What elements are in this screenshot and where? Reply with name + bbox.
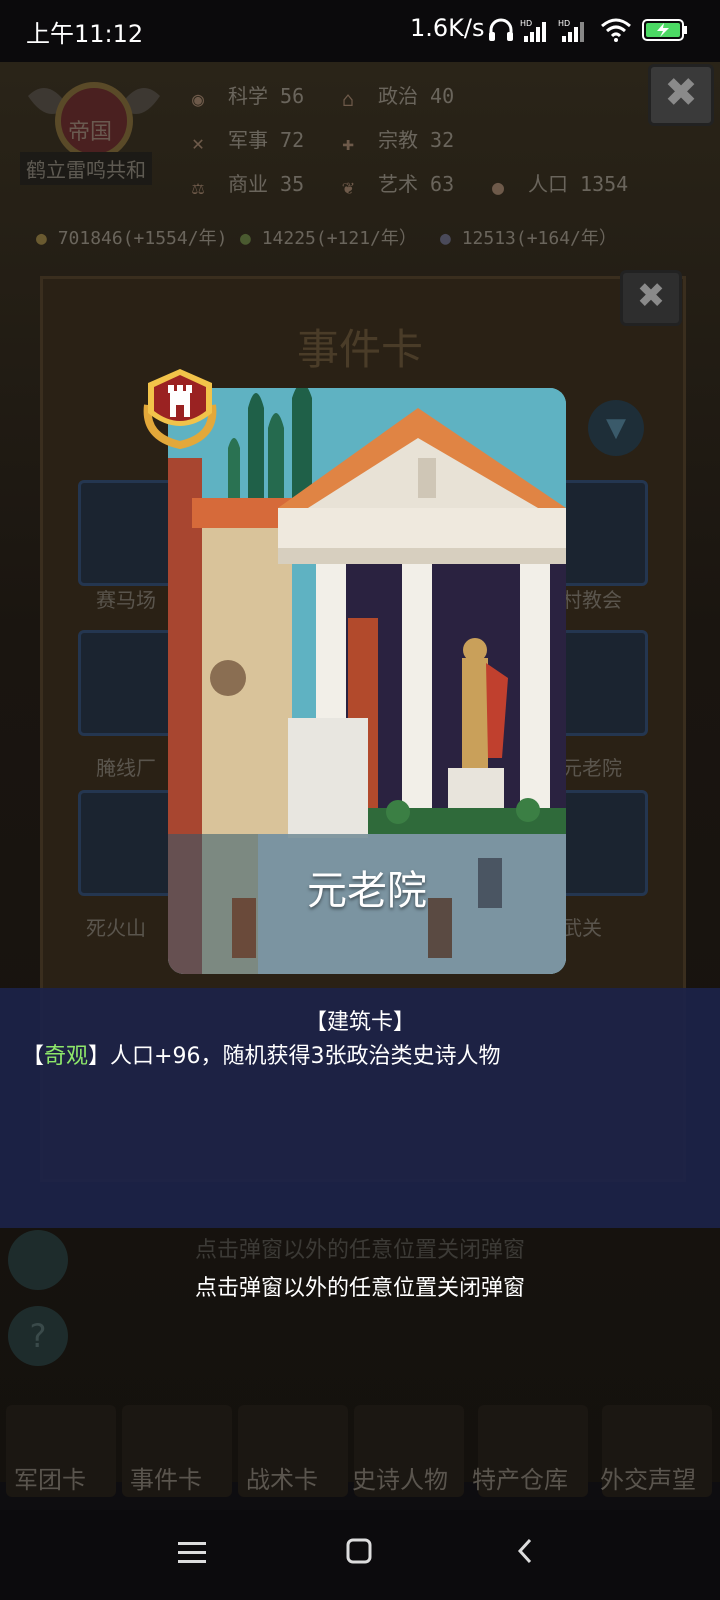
- stat-population: ● 人口 1354: [492, 172, 629, 199]
- home-icon[interactable]: [346, 1538, 372, 1564]
- back-icon[interactable]: [516, 1538, 534, 1564]
- headphones-icon: [489, 18, 513, 41]
- hd-signal-icon: HD: [520, 19, 546, 42]
- help-button[interactable]: ?: [8, 1306, 68, 1366]
- event-panel-title: 事件卡: [296, 325, 423, 374]
- religion-icon: ✚: [342, 130, 355, 155]
- hint-text-shadow: 点击弹窗以外的任意位置关闭弹窗: [194, 1238, 525, 1263]
- bg-card-name: 腌线厂: [96, 756, 156, 780]
- food-icon: ●: [240, 228, 251, 249]
- tab-label: 特产仓库: [472, 1466, 568, 1494]
- svg-text:HD: HD: [558, 19, 570, 28]
- close-icon: ✖: [636, 276, 666, 316]
- bg-card-name: 元老院: [562, 756, 622, 780]
- effect-bracket: 【: [22, 1044, 45, 1069]
- bg-card-name: 村教会: [562, 588, 622, 612]
- close-hint-text: 点击弹窗以外的任意位置关闭弹窗: [194, 1276, 525, 1301]
- status-bar: 上午11:12 1.6K/s HD HD: [0, 0, 720, 62]
- featured-card-title: 元老院: [307, 868, 427, 914]
- stat-science: ◉ 科学 56: [192, 84, 305, 111]
- hd-signal-icon: HD: [558, 19, 584, 42]
- filter-icon: ▼: [606, 413, 626, 443]
- card-type-label: 【建筑卡】: [304, 1010, 415, 1035]
- tab-label: 战术卡: [246, 1466, 318, 1494]
- bg-card-name: 死火山: [86, 916, 146, 940]
- bg-card-name: 赛马场: [96, 588, 156, 612]
- menu-icon[interactable]: [178, 1540, 206, 1564]
- mute-button[interactable]: [8, 1230, 68, 1290]
- empire-name: 鹤立雷鸣共和: [20, 152, 152, 185]
- status-time: 上午11:12: [26, 20, 144, 48]
- effect-tag: 奇观: [44, 1044, 89, 1069]
- wifi-icon: [601, 18, 631, 42]
- gold-icon: ●: [36, 228, 47, 249]
- resource-food: ● 14225(+121/年）: [240, 228, 417, 249]
- bg-card-name: 武关: [562, 916, 602, 940]
- card-effect-text: 【奇观】人口+96，随机获得3张政治类史诗人物: [22, 1038, 500, 1070]
- art-icon: ❦: [342, 174, 355, 199]
- close-icon: ✖: [664, 70, 698, 116]
- filter-button[interactable]: ▼: [588, 400, 644, 456]
- resource-army: ● 12513(+164/年）: [440, 228, 617, 249]
- system-nav-bar: [0, 1510, 720, 1600]
- card-description-panel: 【建筑卡】 【奇观】人口+96，随机获得3张政治类史诗人物: [0, 988, 720, 1228]
- tab-label: 事件卡: [130, 1466, 202, 1494]
- close-top-button[interactable]: ✖: [648, 64, 714, 126]
- empire-badge-text: 帝国: [68, 120, 113, 145]
- stat-commerce: ⚖ 商业 35: [192, 172, 305, 199]
- population-icon: ●: [492, 174, 505, 199]
- svg-text:HD: HD: [520, 19, 532, 28]
- tab-label: 外交声望: [600, 1466, 696, 1494]
- tab-label: 史诗人物: [352, 1466, 448, 1494]
- close-panel-button[interactable]: ✖: [620, 270, 682, 326]
- battery-charging-icon: [642, 19, 687, 41]
- resource-gold: ● 701846(+1554/年): [36, 228, 228, 249]
- politics-icon: ⌂: [342, 86, 355, 111]
- featured-card[interactable]: 元老院: [168, 388, 566, 974]
- army-icon: ●: [440, 228, 451, 249]
- castle-badge-icon: [143, 369, 217, 449]
- science-icon: ◉: [192, 86, 205, 111]
- stat-military: ✕ 军事 72: [192, 128, 305, 155]
- help-icon: ?: [29, 1317, 47, 1355]
- tab-label: 军团卡: [14, 1466, 86, 1494]
- commerce-icon: ⚖: [192, 174, 205, 199]
- stat-politics: ⌂ 政治 40: [342, 84, 455, 111]
- stat-religion: ✚ 宗教 32: [342, 128, 455, 155]
- military-icon: ✕: [192, 130, 205, 155]
- effect-detail: 】人口+96，随机获得3张政治类史诗人物: [88, 1044, 501, 1069]
- stat-art: ❦ 艺术 63: [342, 172, 455, 199]
- network-speed: 1.6K/s: [410, 14, 485, 42]
